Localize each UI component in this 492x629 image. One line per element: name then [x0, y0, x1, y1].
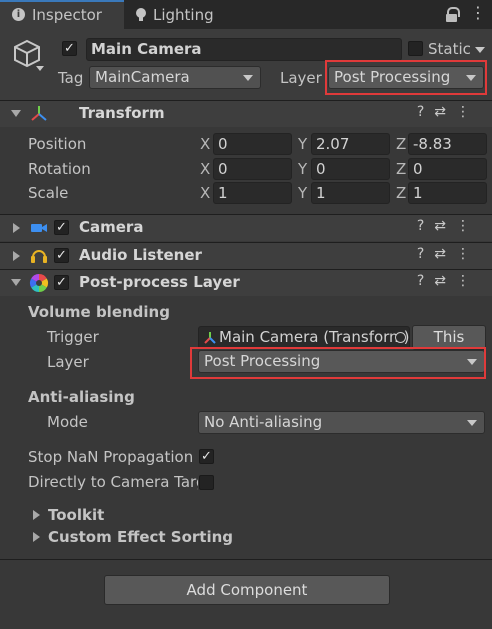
scale-y-field[interactable]: 1 [311, 182, 390, 204]
mode-label: Mode [47, 413, 88, 431]
tag-label: Tag [58, 69, 84, 87]
audio-listener-title: Audio Listener [79, 246, 202, 264]
static-dropdown-arrow[interactable] [475, 47, 485, 53]
axis-z-label[interactable]: Z [396, 159, 406, 179]
camera-icon [31, 224, 47, 232]
static-label: Static [428, 40, 471, 58]
axis-y-label[interactable]: Y [298, 183, 307, 203]
axis-x-label[interactable]: X [200, 183, 210, 203]
direct-target-label-clip: Directly to Camera Target [28, 472, 198, 494]
scale-label: Scale [28, 184, 69, 202]
component-header-icons[interactable]: ?⇄⋮ [417, 218, 480, 234]
divider [0, 559, 492, 560]
toolkit-foldout-icon[interactable] [33, 510, 40, 520]
tab-lighting-label: Lighting [153, 6, 214, 24]
rotation-x-field[interactable]: 0 [213, 158, 292, 180]
active-checkbox[interactable]: ✓ [62, 41, 77, 56]
pp-layer-label: Layer [47, 353, 89, 371]
foldout-closed-icon [13, 251, 20, 261]
rotation-y-field[interactable]: 0 [311, 158, 390, 180]
transform-icon [31, 106, 47, 121]
layer-label: Layer [280, 69, 322, 87]
direct-target-label: Directly to Camera Target [28, 473, 198, 491]
scale-z-field[interactable]: 1 [408, 182, 487, 204]
axis-y-label[interactable]: Y [298, 159, 307, 179]
toolkit-label[interactable]: Toolkit [48, 505, 104, 525]
tag-value: MainCamera [95, 68, 190, 86]
object-picker-icon[interactable] [395, 332, 406, 343]
audio-listener-header[interactable]: ✓ Audio Listener ?⇄⋮ [0, 242, 492, 269]
camera-enabled-checkbox[interactable]: ✓ [54, 220, 69, 235]
camera-component-header[interactable]: ✓ Camera ?⇄⋮ [0, 214, 492, 241]
mode-value: No Anti-aliasing [204, 413, 323, 431]
camera-title: Camera [79, 218, 144, 236]
axis-x-label[interactable]: X [200, 134, 210, 154]
direct-target-checkbox[interactable] [199, 475, 214, 490]
component-header-icons[interactable]: ?⇄⋮ [417, 273, 480, 289]
volume-blending-label: Volume blending [28, 303, 170, 321]
icon-dropdown-arrow[interactable] [36, 66, 44, 71]
custom-sorting-label[interactable]: Custom Effect Sorting [48, 527, 233, 547]
component-header-icons[interactable]: ?⇄⋮ [417, 246, 480, 262]
info-icon: i [12, 8, 25, 21]
tab-inspector-label: Inspector [32, 6, 102, 24]
tab-lighting[interactable]: Lighting [126, 0, 246, 29]
audio-listener-enabled-checkbox[interactable]: ✓ [54, 248, 69, 263]
transform-header[interactable]: Transform ?⇄⋮ [0, 100, 492, 127]
position-label: Position [28, 135, 87, 153]
lightbulb-base [139, 17, 143, 21]
tag-dropdown[interactable]: MainCamera [89, 66, 261, 89]
axis-z-label[interactable]: Z [396, 134, 406, 154]
axis-x-label[interactable]: X [200, 159, 210, 179]
chevron-down-icon [243, 75, 253, 81]
rotation-label: Rotation [28, 160, 91, 178]
position-y-field[interactable]: 2.07 [311, 133, 390, 155]
transform-icon [204, 332, 216, 344]
postprocess-enabled-checkbox[interactable]: ✓ [54, 275, 69, 290]
custom-sorting-foldout-icon[interactable] [33, 532, 40, 542]
foldout-open-icon [11, 279, 21, 286]
headphones-icon [31, 250, 47, 263]
position-z-field[interactable]: -8.83 [408, 133, 487, 155]
stop-nan-label: Stop NaN Propagation [28, 448, 194, 466]
lock-body [446, 14, 457, 22]
layer-highlight-box [325, 60, 487, 95]
static-checkbox[interactable] [408, 41, 423, 56]
foldout-closed-icon [13, 223, 20, 233]
axis-y-label[interactable]: Y [298, 134, 307, 154]
mode-dropdown[interactable]: No Anti-aliasing [198, 411, 485, 434]
trigger-value: Main Camera (Transform) [219, 328, 410, 346]
gameobject-cube-icon [14, 39, 40, 68]
color-wheel-icon [29, 274, 49, 292]
stop-nan-checkbox[interactable]: ✓ [199, 449, 214, 464]
trigger-label: Trigger [47, 328, 99, 346]
tab-inspector[interactable]: i Inspector [0, 0, 124, 30]
transform-title: Transform [79, 104, 165, 122]
tab-menu-icon[interactable]: ⋮ [470, 3, 486, 23]
pp-layer-highlight-box [190, 347, 486, 379]
position-x-field[interactable]: 0 [213, 133, 292, 155]
scale-x-field[interactable]: 1 [213, 182, 292, 204]
add-component-button[interactable]: Add Component [104, 575, 390, 605]
foldout-open-icon [11, 110, 21, 117]
trigger-object-field[interactable]: Main Camera (Transform) [198, 326, 410, 349]
chevron-down-icon [467, 420, 477, 426]
anti-aliasing-label: Anti-aliasing [28, 388, 135, 406]
axis-z-label[interactable]: Z [396, 183, 406, 203]
rotation-z-field[interactable]: 0 [408, 158, 487, 180]
postprocess-layer-header[interactable]: ✓ Post-process Layer ?⇄⋮ [0, 269, 492, 296]
component-header-icons[interactable]: ?⇄⋮ [417, 104, 480, 120]
postprocess-title: Post-process Layer [79, 273, 240, 291]
object-name-field[interactable]: Main Camera [86, 38, 402, 61]
